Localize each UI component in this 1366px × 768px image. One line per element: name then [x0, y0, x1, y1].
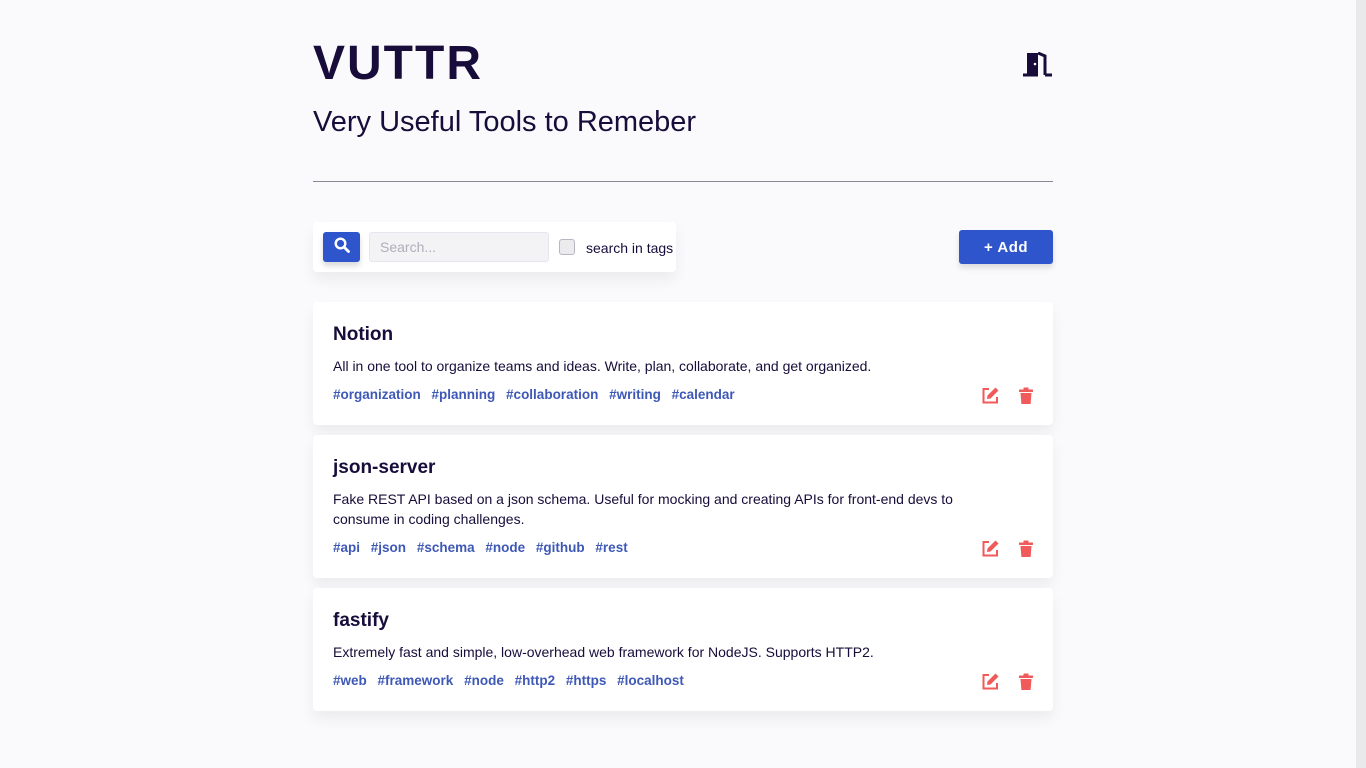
search-icon [333, 236, 350, 258]
search-box: search in tags [313, 222, 676, 272]
tool-tag[interactable]: #collaboration [506, 385, 598, 405]
tool-tag[interactable]: #node [464, 671, 504, 691]
tool-actions [981, 539, 1035, 558]
tool-description: All in one tool to organize teams and id… [333, 358, 872, 374]
app-logo: VUTTR [313, 37, 483, 90]
header: VUTTR Very Useful Tools to Remeber [313, 0, 1053, 182]
edit-icon[interactable] [981, 386, 1000, 405]
tool-tag[interactable]: #https [566, 671, 607, 691]
scrollbar[interactable] [1356, 0, 1366, 768]
tool-card: Notion All in one tool to organize teams… [313, 302, 1053, 425]
tool-actions [981, 672, 1035, 691]
tool-tags: #api #json #schema #node #github #rest [333, 538, 1033, 558]
tool-tag[interactable]: #github [536, 538, 585, 558]
tool-card: fastify Extremely fast and simple, low-o… [313, 588, 1053, 711]
tool-title: json-server [333, 457, 436, 478]
tool-tag[interactable]: #organization [333, 385, 421, 405]
tool-tag[interactable]: #localhost [617, 671, 684, 691]
app-subtitle: Very Useful Tools to Remeber [313, 106, 697, 138]
search-in-tags-checkbox[interactable] [559, 239, 575, 255]
trash-icon[interactable] [1016, 672, 1035, 691]
tool-actions [981, 386, 1035, 405]
tool-tag[interactable]: #framework [378, 671, 454, 691]
tool-tags: #web #framework #node #http2 #https #loc… [333, 671, 1033, 691]
edit-icon[interactable] [981, 539, 1000, 558]
tool-card: json-server Fake REST API based on a jso… [313, 435, 1053, 578]
page-container: VUTTR Very Useful Tools to Remeber Searc… [313, 0, 1053, 302]
tool-title: Notion [333, 324, 394, 345]
door-exit-icon[interactable] [1023, 51, 1053, 78]
tool-description: Extremely fast and simple, low-overhead … [333, 644, 874, 660]
tool-tag[interactable]: #rest [595, 538, 627, 558]
tool-tag[interactable]: #calendar [672, 385, 735, 405]
tool-tag[interactable]: #http2 [515, 671, 556, 691]
edit-icon[interactable] [981, 672, 1000, 691]
tool-tag[interactable]: #api [333, 538, 360, 558]
toolbar: search in tags + Add [313, 182, 1053, 302]
tool-tags: #organization #planning #collaboration #… [333, 385, 1033, 405]
tool-tag[interactable]: #web [333, 671, 367, 691]
tool-description: Fake REST API based on a json schema. Us… [333, 491, 953, 527]
search-input[interactable] [369, 232, 549, 262]
tool-tag[interactable]: #json [371, 538, 406, 558]
tool-list: Notion All in one tool to organize teams… [313, 302, 1053, 721]
tool-tag[interactable]: #planning [432, 385, 496, 405]
tool-tag[interactable]: #node [485, 538, 525, 558]
trash-icon[interactable] [1016, 539, 1035, 558]
tool-tag[interactable]: #writing [609, 385, 661, 405]
tool-title: fastify [333, 610, 389, 631]
add-tool-button[interactable]: + Add [959, 230, 1053, 264]
trash-icon[interactable] [1016, 386, 1035, 405]
tool-tag[interactable]: #schema [417, 538, 475, 558]
search-button[interactable] [323, 232, 360, 262]
search-in-tags-label: search in tags [586, 240, 674, 256]
